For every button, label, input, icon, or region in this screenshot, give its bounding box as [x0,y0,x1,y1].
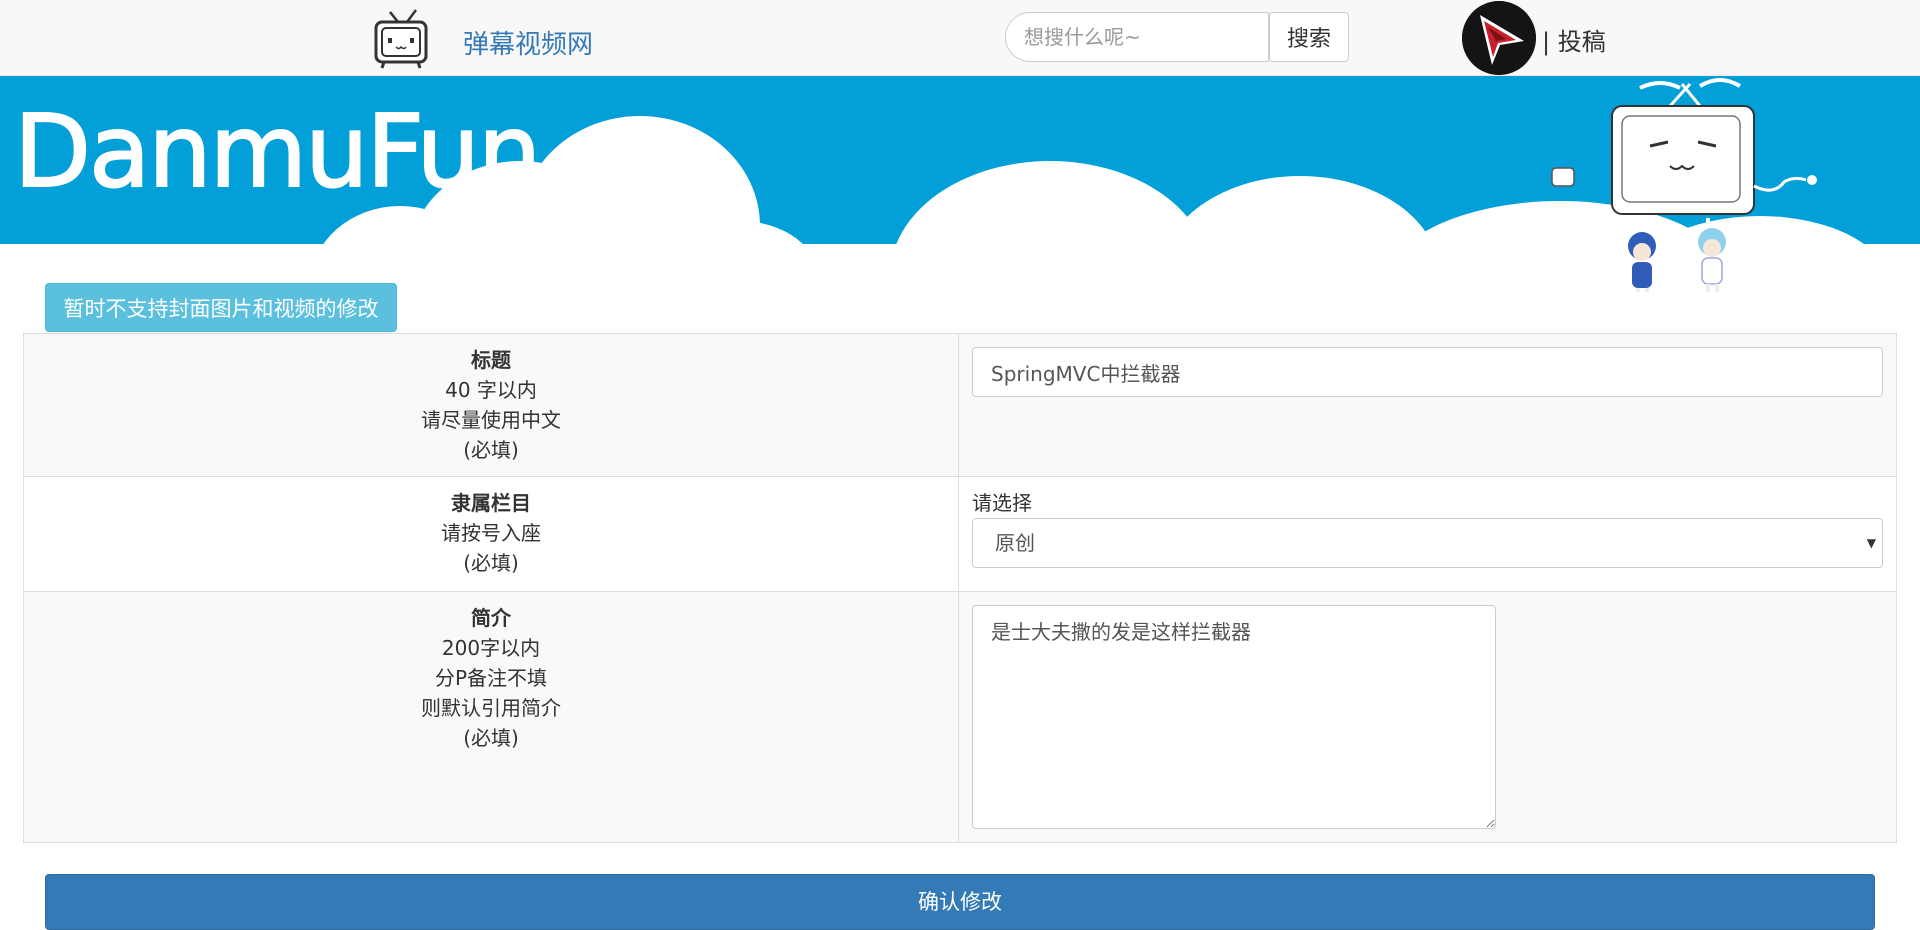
description-hint-default: 则默认引用简介 [421,696,561,720]
description-heading: 简介 [471,606,511,630]
title-input[interactable] [972,347,1883,397]
description-hint-length: 200字以内 [441,636,541,660]
category-select[interactable]: 原创 ▼ [972,518,1883,568]
search-input[interactable] [1005,12,1269,62]
caret-down-icon: ▼ [1866,536,1876,550]
title-input-cell [958,333,1897,477]
title-required: (必填) [463,438,519,462]
description-label-cell: 简介 200字以内 分P备注不填 则默认引用简介 (必填) [23,591,959,843]
title-hint-length: 40 字以内 [445,378,537,402]
top-navbar: 弹幕视频网 搜索 | 投稿 [0,0,1920,76]
category-heading: 隶属栏目 [451,491,531,515]
description-row: 简介 200字以内 分P备注不填 则默认引用简介 (必填) 是士大夫撒的发是这样… [23,591,1897,843]
category-hint: 请按号入座 [441,521,541,545]
tv-mascot-icon[interactable] [372,8,432,70]
title-row: 标题 40 字以内 请尽量使用中文 (必填) [23,333,1897,477]
category-row: 隶属栏目 请按号入座 (必填) 请选择 原创 ▼ [23,476,1897,592]
unsupported-edit-notice-button[interactable]: 暂时不支持封面图片和视频的修改 [45,283,397,332]
danmufun-banner: DanmuFun [0,76,1920,292]
category-required: (必填) [463,551,519,575]
site-name-link[interactable]: 弹幕视频网 [463,24,593,61]
cursor-arrow-avatar [1462,1,1536,75]
edit-video-form: 标题 40 字以内 请尽量使用中文 (必填) 隶属栏目 请按号入座 (必填) 请… [23,333,1897,843]
category-selected-value: 原创 [995,531,1035,555]
confirm-edit-button[interactable]: 确认修改 [45,874,1875,930]
title-hint-language: 请尽量使用中文 [421,408,561,432]
title-label-cell: 标题 40 字以内 请尽量使用中文 (必填) [23,333,959,477]
category-select-cell: 请选择 原创 ▼ [958,476,1897,592]
description-textarea[interactable]: 是士大夫撒的发是这样拦截器 [972,605,1496,829]
banner-logo-text: DanmuFun [14,93,539,210]
submit-video-link[interactable]: | 投稿 [1542,22,1606,57]
title-heading: 标题 [471,348,511,372]
category-select-label: 请选择 [972,491,1032,515]
search-button[interactable]: 搜索 [1269,12,1349,62]
description-required: (必填) [463,726,519,750]
category-label-cell: 隶属栏目 请按号入座 (必填) [23,476,959,592]
avatar[interactable] [1462,1,1536,75]
description-hint-part: 分P备注不填 [434,666,548,690]
description-input-cell: 是士大夫撒的发是这样拦截器 [958,591,1897,843]
